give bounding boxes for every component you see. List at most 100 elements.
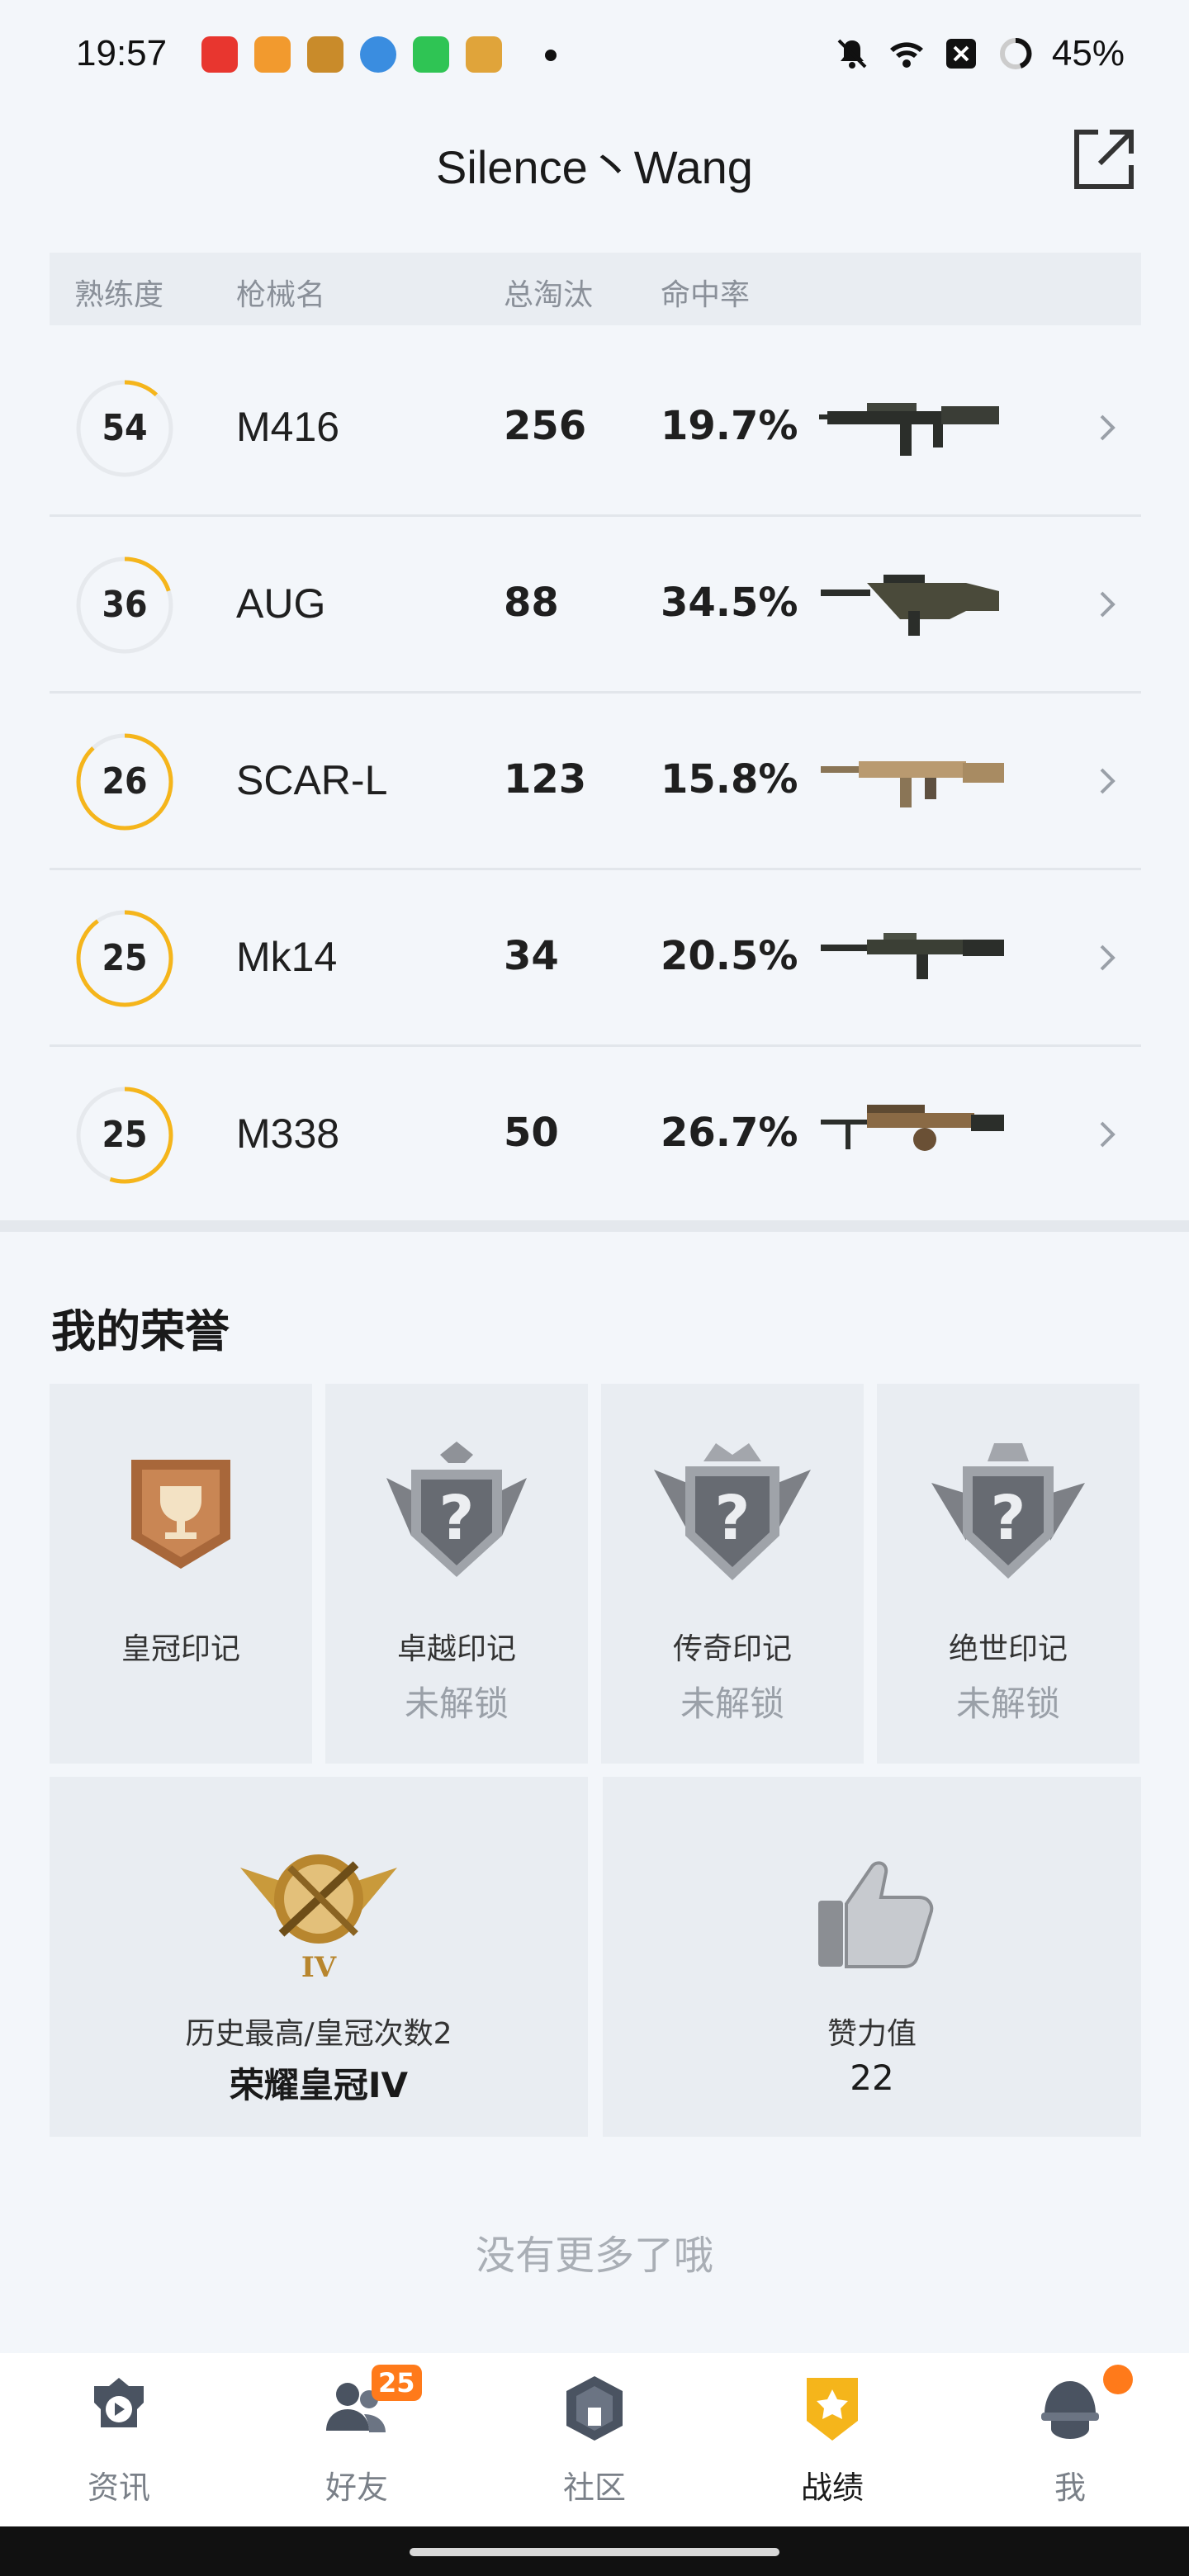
weapon-kills: 88 [504,580,559,626]
crown-trophy-badge-icon [131,1460,230,1569]
nav-label: 资讯 [87,2469,150,2506]
share-icon[interactable] [1070,125,1138,193]
highest-tier-label: 历史最高/皇冠次数2 [185,2017,452,2051]
honor-name: 皇冠印记 [121,1632,240,1666]
calendar-app-icon [254,36,291,73]
chevron-right-icon [1100,591,1116,618]
honor-card-crown[interactable]: 皇冠印记 [50,1384,312,1764]
profile-icon [1041,2381,1099,2439]
status-app-icons [201,36,502,73]
weapon-row[interactable]: 26 SCAR-L 123 15.8% [50,694,1141,870]
end-of-list-text: 没有更多了哦 [475,2233,713,2279]
mastery-level: 26 [102,760,148,803]
locked-excellence-badge-icon: ? [386,1442,527,1577]
browser-app-icon [360,36,396,73]
chevron-right-icon [1100,945,1116,971]
weapon-hit-rate: 34.5% [661,580,798,626]
page-title: Silence丶Wang [436,141,753,193]
honors-title: 我的荣誉 [51,1305,230,1357]
chevron-right-icon [1100,1121,1116,1148]
honor-name: 卓越印记 [396,1632,516,1666]
home-indicator[interactable] [410,2548,779,2556]
weapon-row[interactable]: 25 Mk14 34 20.5% [50,870,1141,1047]
likes-card[interactable]: 赞力值 22 [603,1777,1141,2137]
nav-label: 战绩 [800,2469,864,2506]
nav-item-record[interactable]: 战绩 [713,2353,951,2526]
battery-level: 45% [1051,33,1125,73]
mastery-level: 25 [102,937,148,979]
system-nav-bar [0,2526,1189,2576]
battery-ring-icon [999,37,1032,69]
honor-status: 未解锁 [404,1683,509,1724]
aug-image [821,575,999,636]
mastery-level: 25 [102,1114,148,1156]
nav-label: 社区 [562,2469,626,2506]
weapon-name: Mk14 [236,934,338,980]
friends-badge: 25 [372,2365,422,2401]
weapon-name: AUG [236,580,326,627]
status-time: 19:57 [76,33,168,73]
weapon-kills: 50 [504,1110,559,1156]
mk14-image [821,933,1004,979]
weapon-hit-rate: 19.7% [661,403,798,449]
thumbs-up-icon [818,1861,934,1968]
svg-text:?: ? [715,1483,751,1554]
column-hit-rate: 命中率 [661,278,751,312]
honor-card-legend[interactable]: ? 传奇印记 未解锁 [601,1384,864,1764]
news-icon [94,2378,144,2427]
locked-peerless-badge-icon: ? [931,1443,1085,1579]
likes-value: 22 [850,2057,894,2098]
weapon-table-header: 熟练度 枪械名 总淘汰 命中率 [50,253,1141,325]
mute-icon [837,39,867,69]
weapon-name: M338 [236,1110,340,1157]
weapon-name: M416 [236,404,340,450]
m338-image [821,1105,1004,1151]
weapon-row[interactable]: 36 AUG 88 34.5% [50,517,1141,694]
record-icon [807,2378,858,2441]
weapon-row[interactable]: 54 M416 256 19.7% [50,340,1141,517]
column-kills: 总淘汰 [504,278,594,312]
svg-text:?: ? [991,1483,1026,1554]
crown-tier-badge-icon: IV [240,1854,397,1983]
nav-item-friends[interactable]: 25 好友 [238,2353,476,2526]
nav-item-news[interactable]: 资讯 [0,2353,238,2526]
community-icon [566,2376,623,2441]
chevron-right-icon [1100,414,1116,441]
highest-tier-card[interactable]: IV 历史最高/皇冠次数2 荣耀皇冠IV [50,1777,588,2137]
likes-label: 赞力值 [827,2017,917,2051]
nav-label: 我 [1054,2469,1086,2506]
honor-card-excellence[interactable]: ? 卓越印记 未解锁 [325,1384,588,1764]
m416-image [819,403,999,456]
weapon-kills: 256 [504,403,587,449]
target-app-icon [466,36,502,73]
nav-item-profile[interactable]: 我 [951,2353,1189,2526]
weapon-name: SCAR-L [236,757,388,803]
notification-dot [545,50,557,61]
nav-item-community[interactable]: 社区 [476,2353,713,2526]
game-app-icon [307,36,343,73]
weapon-row[interactable]: 25 M338 50 26.7% [50,1047,1141,1224]
svg-text:IV: IV [301,1951,337,1983]
weapon-kills: 34 [504,933,559,979]
music-app-icon [201,36,238,73]
nav-label: 好友 [324,2469,388,2506]
honor-card-peerless[interactable]: ? 绝世印记 未解锁 [877,1384,1139,1764]
messaging-app-icon [413,36,449,73]
locked-legend-badge-icon: ? [654,1443,811,1580]
weapon-kills: 123 [504,756,587,803]
svg-text:?: ? [439,1483,475,1554]
column-mastery: 熟练度 [74,278,164,312]
status-bar: 19:57 45% [0,0,1189,107]
mastery-level: 36 [102,584,148,626]
status-right-icons: 45% [834,33,1125,74]
section-divider [0,1220,1189,1232]
bottom-nav: 资讯 25 好友 社区 战绩 我 [0,2353,1189,2526]
column-weapon-name: 枪械名 [236,278,326,312]
honor-name: 绝世印记 [948,1632,1068,1666]
chevron-right-icon [1100,768,1116,794]
weapon-hit-rate: 15.8% [661,756,798,803]
honor-status: 未解锁 [680,1683,784,1724]
scar-l-image [821,761,1004,807]
profile-notification-dot [1103,2365,1133,2394]
weapon-hit-rate: 26.7% [661,1110,798,1156]
